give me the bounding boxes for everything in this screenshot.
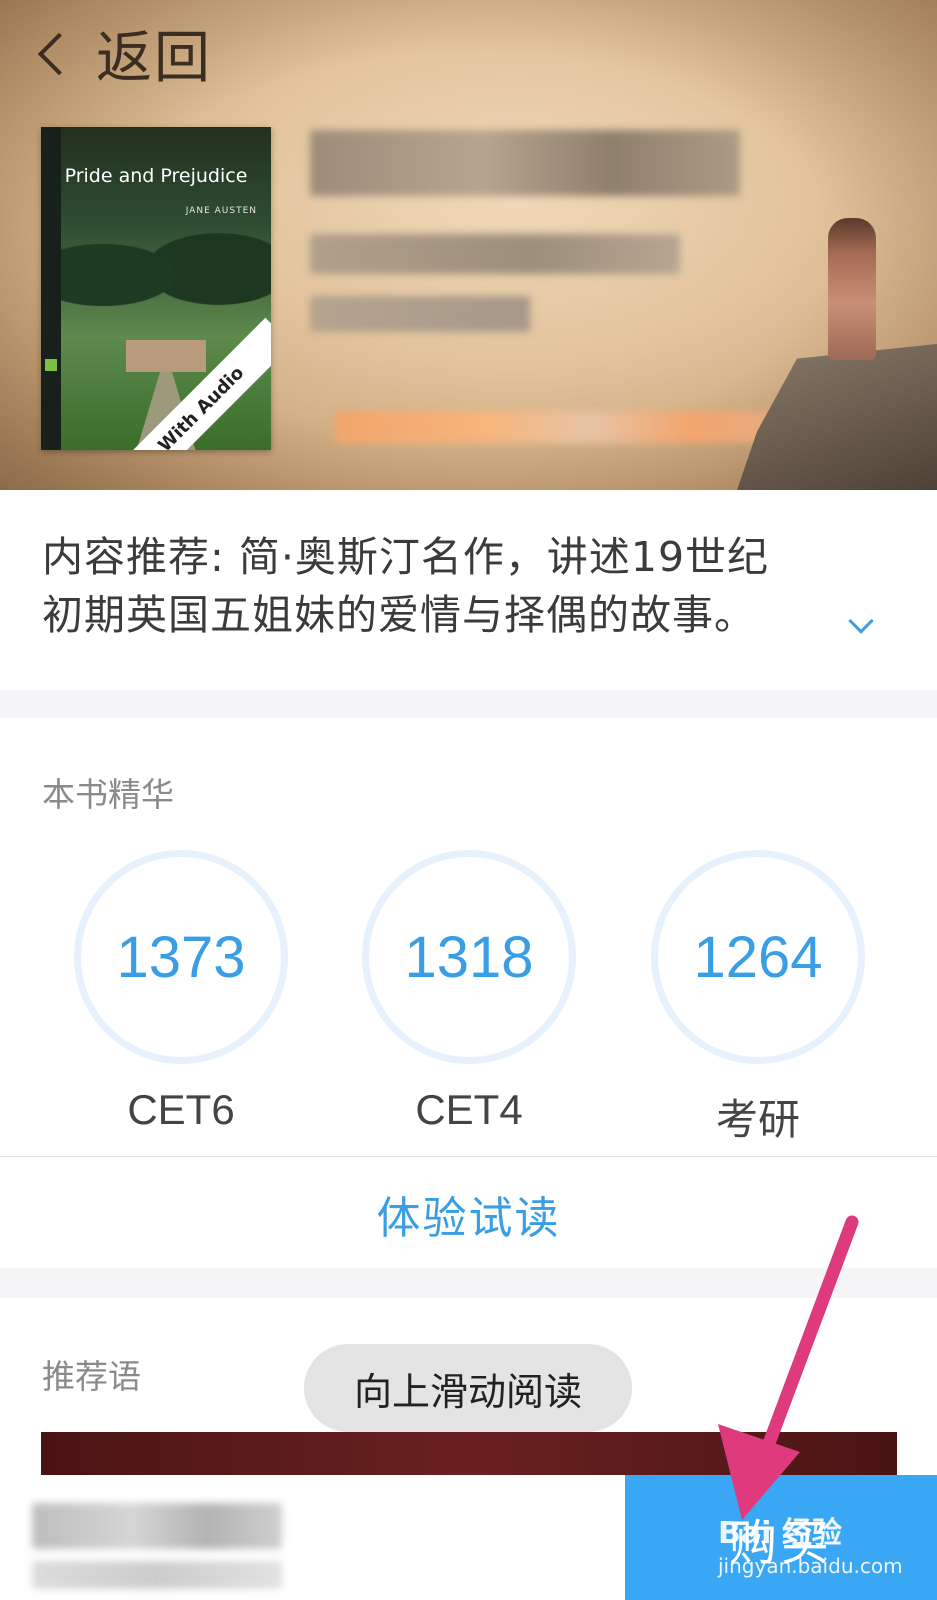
book-header: 返回 Pride and Prejudice JANE AUSTEN With … — [0, 0, 937, 490]
description-line: 初期英国五姐妹的爱情与择偶的故事。 — [42, 591, 756, 639]
stat-label: CET4 — [415, 1086, 523, 1133]
stat-ring: 1264 — [651, 850, 865, 1064]
redacted-book-author — [310, 296, 530, 332]
cover-trees — [61, 227, 271, 347]
stat-value: 1373 — [116, 924, 246, 990]
section-divider — [0, 1268, 937, 1298]
buy-button[interactable]: 购买 — [625, 1475, 937, 1600]
stat-label: CET6 — [127, 1086, 235, 1133]
chevron-left-icon — [30, 23, 74, 83]
essence-title: 本书精华 — [42, 775, 174, 814]
stat-cet6[interactable]: 1373 CET6 — [74, 850, 288, 1133]
stat-label: 考研 — [715, 1096, 800, 1143]
stat-cet4[interactable]: 1318 CET4 — [362, 850, 576, 1133]
trial-read-button[interactable]: 体验试读 — [0, 1182, 937, 1246]
stat-value: 1264 — [693, 924, 823, 990]
cover-house — [126, 340, 206, 372]
stat-value: 1318 — [404, 924, 534, 990]
stat-ring: 1318 — [362, 850, 576, 1064]
redacted-price — [32, 1503, 282, 1549]
recommend-title: 推荐语 — [42, 1357, 141, 1396]
stat-ring: 1373 — [74, 850, 288, 1064]
scroll-hint-toast: 向上滑动阅读 — [304, 1344, 632, 1432]
cover-author: JANE AUSTEN — [185, 206, 257, 216]
back-label: 返回 — [96, 25, 212, 91]
description-line: 内容推荐: 简·奥斯汀名作，讲述19世纪 — [42, 533, 770, 581]
section-divider — [0, 690, 937, 718]
redacted-book-subtitle — [310, 234, 680, 274]
stat-kaoyan[interactable]: 1264 考研 — [651, 850, 865, 1143]
header-figure-illustration — [828, 218, 876, 360]
redacted-book-title — [310, 130, 740, 196]
divider — [0, 1156, 937, 1157]
redacted-price-note — [32, 1561, 282, 1589]
content-recommendation: 内容推荐: 简·奥斯汀名作，讲述19世纪 初期英国五姐妹的爱情与择偶的故事。 — [42, 528, 902, 644]
book-cover[interactable]: Pride and Prejudice JANE AUSTEN With Aud… — [41, 127, 271, 450]
back-button[interactable]: 返回 — [30, 18, 230, 91]
bottom-bar: 购买 — [0, 1475, 937, 1600]
buy-label: 购买 — [728, 1514, 833, 1571]
cover-title: Pride and Prejudice — [64, 165, 248, 187]
